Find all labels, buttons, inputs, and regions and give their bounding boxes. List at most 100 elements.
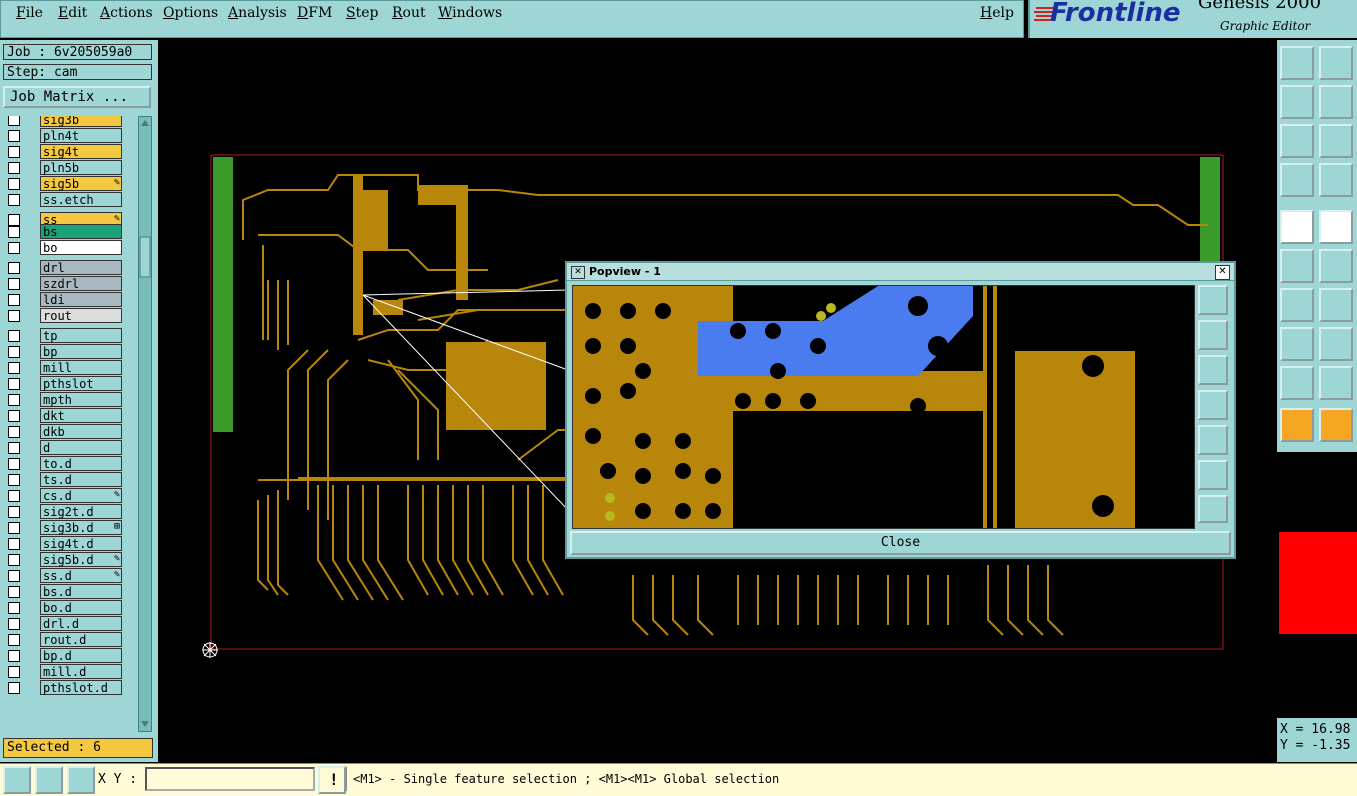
popview-pan-right-icon[interactable] — [1198, 425, 1228, 455]
xy-input[interactable] — [145, 767, 315, 791]
layer-row[interactable]: bp — [3, 344, 137, 360]
layer-row[interactable]: mill — [3, 360, 137, 376]
layer-row[interactable]: bs — [3, 224, 137, 240]
layer-checkbox[interactable] — [8, 586, 20, 598]
menu-rout[interactable]: Rout — [392, 5, 426, 21]
snap-icon[interactable] — [3, 766, 31, 794]
layer-row[interactable]: ss.etch — [3, 192, 137, 208]
layer-checkbox[interactable] — [8, 506, 20, 518]
layer-row[interactable]: ldi — [3, 292, 137, 308]
layer-row[interactable]: pthslot.d — [3, 680, 137, 696]
grid-icon[interactable] — [67, 766, 95, 794]
layer-checkbox[interactable] — [8, 458, 20, 470]
layer-row[interactable]: sig3b — [3, 116, 137, 128]
net-icon[interactable] — [1280, 249, 1314, 283]
menu-windows[interactable]: Windows — [438, 5, 502, 21]
layer-checkbox[interactable] — [8, 116, 20, 126]
layer-checkbox[interactable] — [8, 162, 20, 174]
layer-checkbox[interactable] — [8, 538, 20, 550]
menu-edit[interactable]: Edit — [58, 5, 87, 21]
menu-actions[interactable]: Actions — [100, 5, 153, 21]
layer-row[interactable]: ss.d ✎ — [3, 568, 137, 584]
layer-checkbox[interactable] — [8, 178, 20, 190]
layer-row[interactable]: drl — [3, 260, 137, 276]
select-pointer-icon[interactable] — [1280, 408, 1314, 442]
layer-row[interactable]: dkt — [3, 408, 137, 424]
layer-row[interactable]: sig4t.d — [3, 536, 137, 552]
popview-canvas[interactable] — [572, 285, 1195, 529]
zoom-fit-icon[interactable] — [1319, 124, 1353, 158]
layer-checkbox[interactable] — [8, 522, 20, 534]
layer-row[interactable]: dkb — [3, 424, 137, 440]
layer-row[interactable]: to.d — [3, 456, 137, 472]
popview-zoom-out-icon[interactable] — [1198, 495, 1228, 523]
layer-checkbox[interactable] — [8, 442, 20, 454]
layer-checkbox[interactable] — [8, 310, 20, 322]
layer-checkbox[interactable] — [8, 262, 20, 274]
mini-map[interactable] — [1277, 452, 1357, 718]
layer-row[interactable]: ts.d — [3, 472, 137, 488]
layer-checkbox[interactable] — [8, 650, 20, 662]
layer-row[interactable]: sig5b.d ✎ — [3, 552, 137, 568]
layer-checkbox[interactable] — [8, 570, 20, 582]
close-button[interactable]: Close — [570, 531, 1231, 555]
layer-row[interactable]: mill.d — [3, 664, 137, 680]
delete-icon[interactable] — [1319, 249, 1353, 283]
layer-row[interactable]: bo — [3, 240, 137, 256]
layer-row[interactable]: pln5b — [3, 160, 137, 176]
popview-zoom-icon[interactable] — [1198, 285, 1228, 315]
minus-tool-icon[interactable] — [1319, 327, 1353, 361]
layer-checkbox[interactable] — [8, 146, 20, 158]
layer-checkbox[interactable] — [8, 426, 20, 438]
triangle-tool-icon[interactable] — [1280, 366, 1314, 400]
layer-checkbox[interactable] — [8, 130, 20, 142]
layer-checkbox[interactable] — [8, 490, 20, 502]
zoom-home-icon[interactable] — [1280, 124, 1314, 158]
layer-row[interactable]: drl.d — [3, 616, 137, 632]
menu-step[interactable]: Step — [346, 5, 378, 21]
layer-checkbox[interactable] — [8, 194, 20, 206]
layer-checkbox[interactable] — [8, 682, 20, 694]
pan-right-icon[interactable] — [1319, 85, 1353, 119]
menu-file[interactable]: File — [16, 5, 43, 21]
layer-checkbox[interactable] — [8, 394, 20, 406]
layer-checkbox[interactable] — [8, 378, 20, 390]
layer-row[interactable]: sig5b ✎ — [3, 176, 137, 192]
layer-checkbox[interactable] — [8, 330, 20, 342]
layer-checkbox[interactable] — [8, 618, 20, 630]
layer-row[interactable]: d — [3, 440, 137, 456]
layer-row[interactable]: rout.d — [3, 632, 137, 648]
layer-row[interactable]: cs.d ✎ — [3, 488, 137, 504]
layer-checkbox[interactable] — [8, 362, 20, 374]
layer-row[interactable]: tp — [3, 328, 137, 344]
layer-row[interactable]: pln4t — [3, 128, 137, 144]
layer-row[interactable]: rout — [3, 308, 137, 324]
menu-options[interactable]: Options — [163, 5, 218, 21]
layer-checkbox[interactable] — [8, 278, 20, 290]
layer-checkbox[interactable] — [8, 242, 20, 254]
layer-row[interactable]: szdrl — [3, 276, 137, 292]
layer-row[interactable]: bo.d — [3, 600, 137, 616]
triangle-alt-icon[interactable] — [1319, 366, 1353, 400]
layer-row[interactable]: bp.d — [3, 648, 137, 664]
add-feature-icon[interactable] — [1280, 210, 1314, 244]
menu-analysis[interactable]: Analysis — [228, 5, 287, 21]
probe-icon[interactable] — [1319, 163, 1353, 197]
pan-left-icon[interactable] — [1280, 85, 1314, 119]
layer-row[interactable]: sig2t.d — [3, 504, 137, 520]
popview-pan-left-icon[interactable] — [1198, 390, 1228, 420]
popview-pan-down-icon[interactable] — [1198, 355, 1228, 385]
layer-checkbox[interactable] — [8, 410, 20, 422]
layer-row[interactable]: sig4t — [3, 144, 137, 160]
angle-icon[interactable] — [35, 766, 63, 794]
layer-row[interactable]: sig3b.d ⊞ — [3, 520, 137, 536]
job-matrix-button[interactable]: Job Matrix ... — [3, 86, 151, 108]
layer-checkbox[interactable] — [8, 554, 20, 566]
layer-checkbox[interactable] — [8, 602, 20, 614]
line-tool-alt-icon[interactable] — [1319, 288, 1353, 322]
layer-checkbox[interactable] — [8, 294, 20, 306]
layer-row[interactable]: mpth — [3, 392, 137, 408]
zoom-pan-up-icon[interactable] — [1280, 46, 1314, 80]
popview-pan-up-icon[interactable] — [1198, 320, 1228, 350]
layer-checkbox[interactable] — [8, 666, 20, 678]
